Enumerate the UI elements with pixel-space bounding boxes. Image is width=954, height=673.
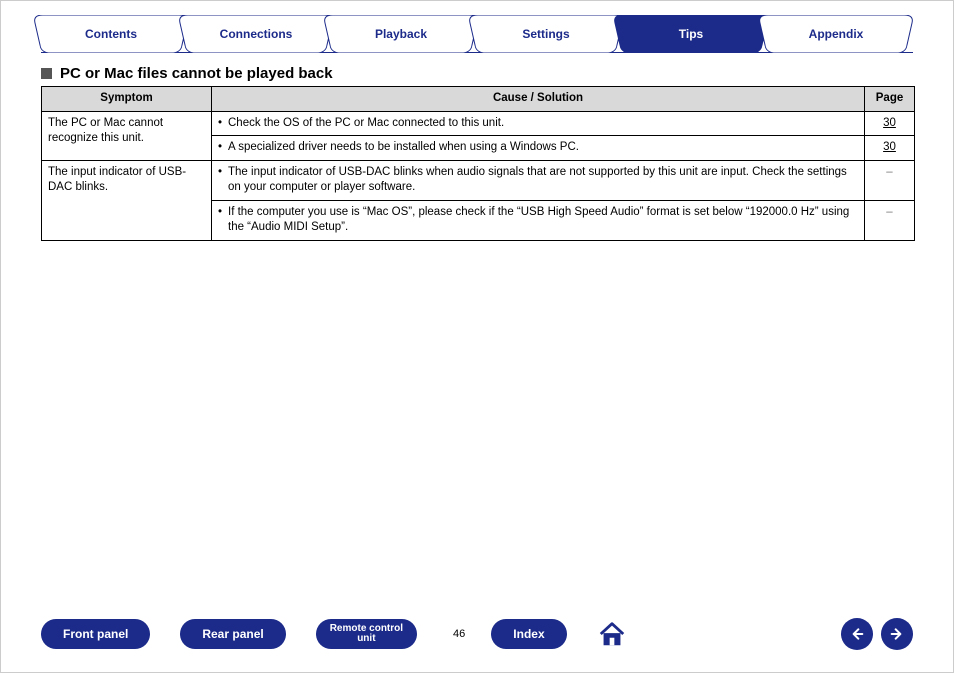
home-icon [597, 619, 627, 649]
tab-connections[interactable]: Connections [176, 15, 336, 53]
cell-cause: •The input indicator of USB-DAC blinks w… [212, 160, 865, 200]
tab-label: Tips [679, 27, 703, 41]
next-page-button[interactable] [881, 618, 913, 650]
cell-symptom: The input indicator of USB-DAC blinks. [42, 160, 212, 240]
tab-appendix[interactable]: Appendix [756, 15, 916, 53]
top-tabs: Contents Connections Playback Settings T… [41, 15, 913, 53]
table-row: The PC or Mac cannot recognize this unit… [42, 111, 915, 136]
cell-page[interactable]: 30 [865, 136, 915, 161]
cell-cause: •If the computer you use is “Mac OS”, pl… [212, 200, 865, 240]
section-title: PC or Mac files cannot be played back [60, 65, 333, 82]
tab-settings[interactable]: Settings [466, 15, 626, 53]
cell-symptom: The PC or Mac cannot recognize this unit… [42, 111, 212, 160]
cell-page[interactable]: 30 [865, 111, 915, 136]
arrow-right-icon [889, 626, 905, 642]
cause-text: A specialized driver needs to be install… [228, 140, 579, 156]
remote-control-button[interactable]: Remote control unit [316, 619, 417, 649]
th-page: Page [865, 87, 915, 112]
tab-label: Connections [220, 27, 293, 41]
front-panel-button[interactable]: Front panel [41, 619, 150, 649]
th-cause: Cause / Solution [212, 87, 865, 112]
home-button[interactable] [597, 619, 627, 649]
tab-label: Playback [375, 27, 427, 41]
troubleshoot-table: Symptom Cause / Solution Page The PC or … [41, 86, 915, 241]
arrow-left-icon [849, 626, 865, 642]
section-heading: PC or Mac files cannot be played back [41, 65, 913, 82]
cause-text: The input indicator of USB-DAC blinks wh… [228, 165, 858, 196]
page-number: 46 [453, 628, 465, 640]
table-row: The input indicator of USB-DAC blinks. •… [42, 160, 915, 200]
cause-text: Check the OS of the PC or Mac connected … [228, 116, 504, 132]
tab-label: Contents [85, 27, 137, 41]
tab-contents[interactable]: Contents [31, 15, 191, 53]
cause-text: If the computer you use is “Mac OS”, ple… [228, 205, 858, 236]
cell-page: – [865, 200, 915, 240]
cell-page: – [865, 160, 915, 200]
tab-label: Settings [522, 27, 569, 41]
tab-label: Appendix [809, 27, 864, 41]
tab-playback[interactable]: Playback [321, 15, 481, 53]
tab-tips[interactable]: Tips [611, 15, 771, 53]
index-button[interactable]: Index [491, 619, 566, 649]
prev-page-button[interactable] [841, 618, 873, 650]
footer-bar: Front panel Rear panel Remote control un… [1, 618, 953, 650]
cell-cause: •Check the OS of the PC or Mac connected… [212, 111, 865, 136]
cell-cause: •A specialized driver needs to be instal… [212, 136, 865, 161]
th-symptom: Symptom [42, 87, 212, 112]
rear-panel-button[interactable]: Rear panel [180, 619, 285, 649]
square-bullet-icon [41, 68, 52, 79]
